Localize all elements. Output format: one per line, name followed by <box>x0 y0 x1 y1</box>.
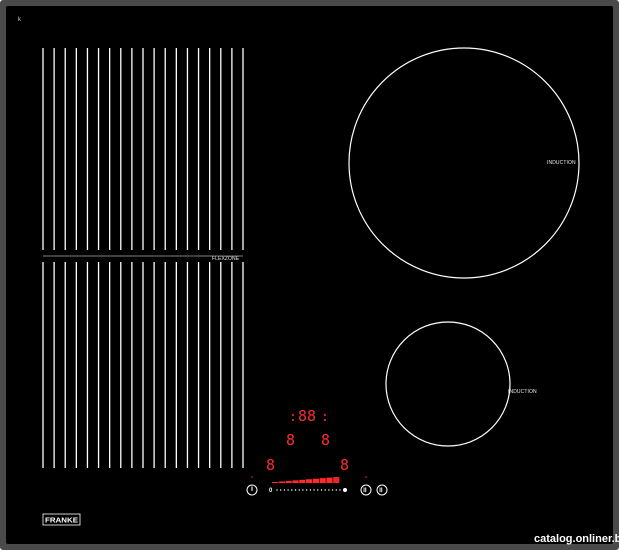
timer-colon-left: : <box>289 410 297 425</box>
power-level-bar <box>326 477 333 483</box>
power-level-bar <box>272 482 279 483</box>
power-level-bar <box>278 481 285 483</box>
pause-symbol: II <box>363 488 367 494</box>
power-led <box>251 476 253 478</box>
zone-indicator-rear-left: 8 <box>286 431 295 449</box>
slider-dot <box>335 489 337 491</box>
zone-indicator-rear-right: 8 <box>321 431 330 449</box>
timer-digits: 88 <box>298 407 316 425</box>
slider-dot <box>309 489 312 491</box>
slider-dot <box>291 489 293 491</box>
slider-dot <box>287 489 289 491</box>
slider-dot <box>298 489 300 491</box>
zone-indicator-front-right: 8 <box>340 456 349 474</box>
slider-dot <box>339 489 341 491</box>
slider-dot <box>302 489 304 491</box>
cooktop: k FLEXZONE INDUCTION INDUCTION : 88 : 8 … <box>0 0 619 550</box>
slider-dot <box>320 489 323 491</box>
watermark: catalog.onliner.by <box>534 533 619 545</box>
power-level-bar <box>319 478 326 483</box>
slider-dot <box>324 489 326 491</box>
slider-dot <box>305 489 308 491</box>
pause-led <box>365 476 367 478</box>
power-level-bar <box>285 480 292 483</box>
lock-symbol: II <box>379 488 383 494</box>
power-level-bar <box>299 479 306 483</box>
induction-large-label: INDUCTION <box>547 160 576 166</box>
slider-dot <box>280 489 282 491</box>
zone-indicator-front-left: 8 <box>266 456 275 474</box>
timer-colon-right: : <box>321 410 329 425</box>
flexzone-label: FLEXZONE <box>212 256 240 262</box>
slider-dot <box>317 489 319 491</box>
power-level-bar <box>312 478 319 483</box>
brand-logo-text: FRANKE <box>45 518 78 525</box>
slider-dot <box>328 489 330 491</box>
glass-surface <box>6 6 613 544</box>
brand-logo: FRANKE <box>42 513 81 526</box>
slider-dot <box>313 489 315 491</box>
slider-dot <box>283 489 286 491</box>
power-level-bar <box>306 479 313 483</box>
slider-dot <box>331 489 334 491</box>
power-level-bar <box>333 477 340 483</box>
slider-dot <box>276 489 278 491</box>
slider-max-dot <box>343 488 347 492</box>
power-level-bar <box>292 480 299 483</box>
slider-dot <box>294 489 297 491</box>
induction-small-label: INDUCTION <box>508 389 537 395</box>
